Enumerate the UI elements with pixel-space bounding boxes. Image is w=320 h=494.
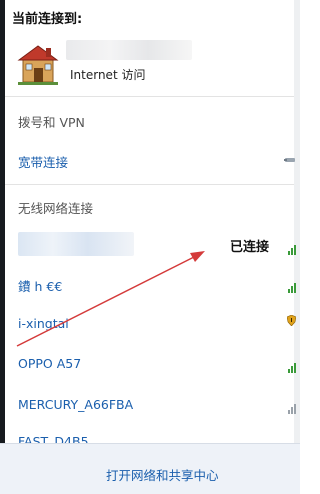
signal-icon <box>288 402 296 414</box>
connected-network-name-redacted[interactable] <box>18 232 134 256</box>
signal-icon <box>288 281 296 293</box>
house-icon <box>17 45 59 85</box>
internet-access-status: Internet 访问 <box>70 68 146 82</box>
wifi-network-item[interactable]: i-xingtai <box>18 316 69 331</box>
current-connection-heading: 当前连接到: <box>12 12 83 27</box>
divider <box>5 184 294 185</box>
wifi-network-item[interactable]: 鐨 h €€ <box>18 276 62 295</box>
connected-status: 已连接 <box>230 240 270 255</box>
wifi-network-item[interactable]: MERCURY_A66FBA <box>18 397 133 412</box>
open-network-center-link[interactable]: 打开网络和共享中心 <box>106 465 219 484</box>
wifi-network-item[interactable]: OPPO A57 <box>18 356 81 371</box>
dialup-vpn-section-label: 拨号和 VPN <box>18 115 85 130</box>
current-network-name-redacted <box>66 40 192 60</box>
wireless-section-label: 无线网络连接 <box>18 201 94 216</box>
cable-icon <box>284 158 295 162</box>
window-left-edge <box>0 0 5 493</box>
broadband-connection-item[interactable]: 宽带连接 <box>18 152 68 171</box>
divider <box>5 96 294 97</box>
signal-icon <box>288 243 296 255</box>
signal-icon <box>288 361 296 373</box>
shield-warning-icon <box>287 315 296 326</box>
